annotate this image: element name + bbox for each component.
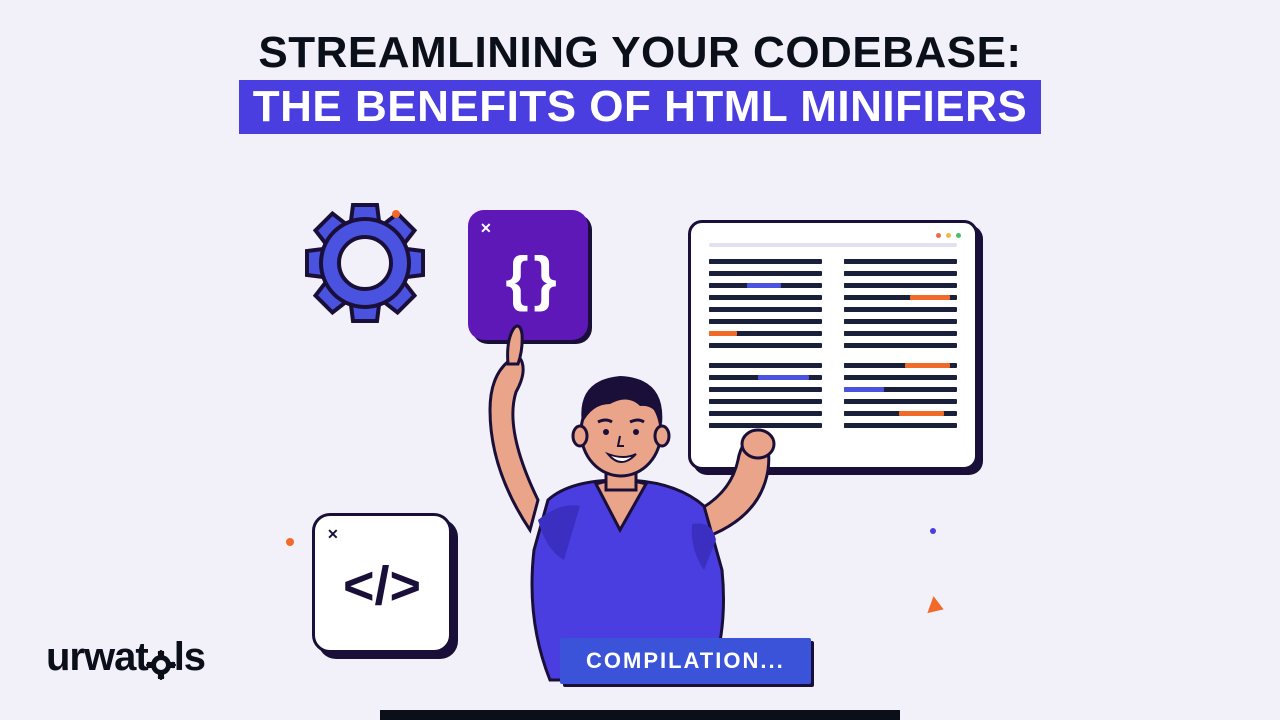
address-bar xyxy=(709,243,957,247)
logo-text-1: urwat xyxy=(46,635,148,680)
decorative-dot xyxy=(392,210,400,218)
html-tag-icon: </> xyxy=(343,555,421,617)
title-line-2: THE BENEFITS OF HTML MINIFIERS xyxy=(239,80,1041,134)
logo-text-2: ls xyxy=(174,635,205,680)
decorative-dot xyxy=(286,538,294,546)
html-tag-card: ✕ </> xyxy=(312,513,452,653)
bottom-bar xyxy=(380,710,900,720)
decorative-dot xyxy=(930,528,936,534)
hero-title: STREAMLINING YOUR CODEBASE: THE BENEFITS… xyxy=(0,0,1280,134)
title-line-1: STREAMLINING YOUR CODEBASE: xyxy=(0,28,1280,78)
logo-gear-icon xyxy=(146,645,176,675)
compilation-badge: COMPILATION... xyxy=(560,638,811,684)
window-traffic-lights xyxy=(936,233,961,238)
developer-character xyxy=(460,320,780,690)
close-icon: ✕ xyxy=(327,526,339,543)
close-icon: ✕ xyxy=(480,220,492,237)
brand-logo: urwat ls xyxy=(46,635,205,680)
gear-icon xyxy=(300,198,430,328)
illustration-scene: ✕ { } xyxy=(250,180,1030,700)
braces-icon: { } xyxy=(505,244,550,313)
